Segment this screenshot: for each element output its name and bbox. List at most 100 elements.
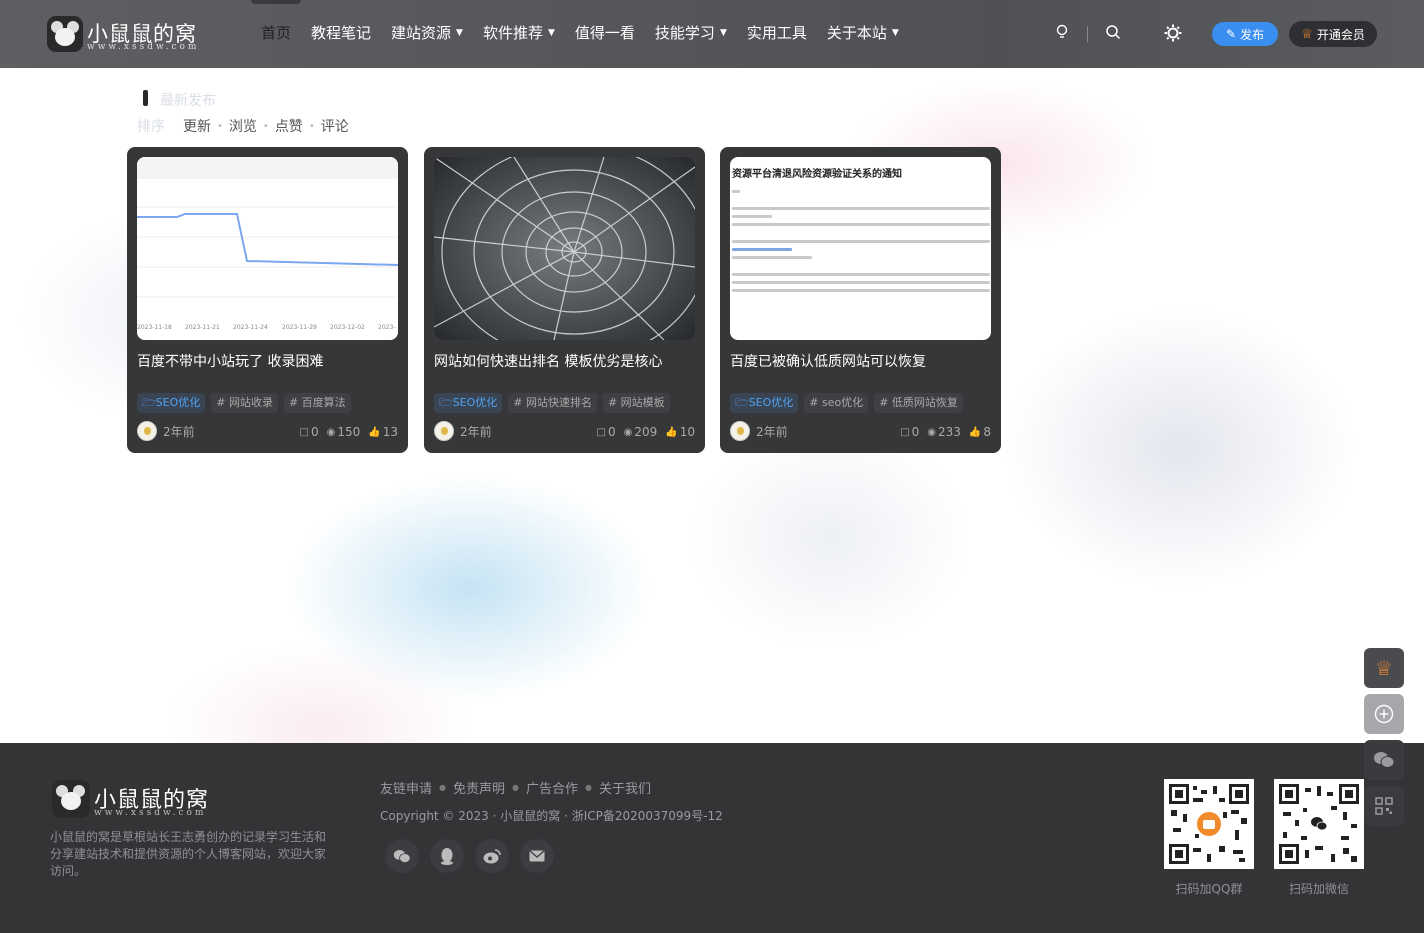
top-header: 小鼠鼠的窝 www.xssdw.com 首页 教程笔记 建站资源 ▼ 软件推荐 ▼ … [0,0,1424,68]
wechat-qrcode-label: 扫码加微信 [1288,882,1349,896]
main-content: 最新发布 排序 更新 • 浏览 • 点赞 • 评论 2023-11-18 202… [0,68,1424,743]
qq-group-qrcode [1164,779,1254,869]
svg-text:2023-11-29: 2023-11-29 [282,324,317,331]
copyright: Copyright © 2023 · 小鼠鼠的窝 · 浙ICP备20200370… [380,809,723,823]
mouse-logo-icon [47,16,83,52]
tag-link[interactable]: # 网站模板 [602,393,670,413]
wechat-icon[interactable] [385,839,419,873]
nav-item-site-resources[interactable]: 建站资源 ▼ [391,22,463,43]
sort-label: 排序 [137,119,165,135]
post-meta: 2年前 □ 0 ◉ 209 👍 10 [434,421,695,441]
email-icon[interactable] [520,839,554,873]
sort-option-views[interactable]: 浏览 [229,116,257,136]
nav-item-tutorials[interactable]: 教程笔记 [311,22,371,43]
site-logo[interactable]: 小鼠鼠的窝 www.xssdw.com [47,16,197,52]
sort-bar: 排序 更新 • 浏览 • 点赞 • 评论 [137,116,349,136]
tag-link[interactable]: # 低质网站恢复 [874,393,963,413]
folder-icon: 🗁 [142,396,156,409]
post-time: 2年前 [460,425,492,439]
post-card[interactable]: 2023-11-18 2023-11-21 2023-11-24 2023-11… [127,147,408,453]
nav-item-about[interactable]: 关于本站 ▼ [827,22,899,43]
publish-button[interactable]: ✎ 发布 [1212,22,1278,46]
theme-toggle-icon[interactable] [1163,24,1183,44]
lightbulb-icon[interactable] [1052,24,1072,44]
thumbs-up-icon: 👍 [968,426,982,438]
post-time: 2年前 [756,425,788,439]
post-time: 2年前 [163,425,195,439]
nav-item-worth-seeing[interactable]: 值得一看 [575,22,635,43]
wechat-icon [1374,752,1395,768]
post-tags: 🗁SEO优化 # 网站收录 # 百度算法 [137,393,351,413]
qrcode-icon [1375,797,1393,815]
category-tag[interactable]: 🗁SEO优化 [137,393,206,413]
post-thumbnail[interactable]: 资源平台清退风险资源验证关系的通知 [730,157,991,340]
post-thumbnail[interactable]: 2023-11-18 2023-11-21 2023-11-24 2023-11… [137,157,398,340]
svg-text:2023-11-21: 2023-11-21 [185,324,220,331]
main-nav: 首页 教程笔记 建站资源 ▼ 软件推荐 ▼ 值得一看 技能学习 ▼ 实用工具 关于本站… [250,0,919,43]
sort-option-likes[interactable]: 点赞 [275,116,303,136]
footer-logo[interactable]: 小鼠鼠的窝 www.xssdw.com [52,780,212,818]
footer-links: 友链申请 ● 免责声明 ● 广告合作 ● 关于我们 [380,778,651,797]
footer-description: 小鼠鼠的窝是草根站长王志勇创办的记录学习生活和分享建站技术和提供资源的个人博客网… [50,830,327,878]
chevron-down-icon: ▼ [547,27,555,38]
comment-icon: □ [596,426,606,438]
footer-link-about[interactable]: 关于我们 [599,778,651,797]
add-float-button[interactable] [1364,694,1404,734]
plus-circle-icon [1374,704,1394,724]
footer-link-friend[interactable]: 友链申请 [380,778,432,797]
sort-option-updated[interactable]: 更新 [183,116,211,136]
vip-float-button[interactable]: ♕ [1364,648,1404,688]
post-meta: 2年前 □ 0 ◉ 150 👍 13 [137,421,398,441]
social-links [385,839,554,873]
nav-item-skills[interactable]: 技能学习 ▼ [655,22,727,43]
svg-text:2023-11-24: 2023-11-24 [233,324,268,331]
nav-item-tools[interactable]: 实用工具 [747,22,807,43]
weibo-icon[interactable] [475,839,509,873]
post-title[interactable]: 网站如何快速出排名 模板优劣是核心 [434,351,662,371]
post-card[interactable]: 网站如何快速出排名 模板优劣是核心 🗁SEO优化 # 网站快速排名 # 网站模板… [424,147,705,453]
qrcode-float-button[interactable] [1364,786,1404,826]
comment-icon: □ [299,426,309,438]
qq-qrcode-label: 扫码加QQ群 [1175,882,1243,896]
svg-text:2023-12-02: 2023-12-02 [330,324,365,331]
thumbs-up-icon: 👍 [368,426,381,438]
chevron-down-icon: ▼ [891,27,899,38]
doc-heading: 资源平台清退风险资源验证关系的通知 [732,169,902,180]
crown-icon: ♕ [1375,656,1393,680]
category-tag[interactable]: 🗁SEO优化 [730,393,799,413]
nav-item-home[interactable]: 首页 [250,0,302,43]
vip-button[interactable]: ♕ 开通会员 [1289,21,1377,47]
post-meta: 2年前 □ 0 ◉ 233 👍 8 [730,421,991,441]
avatar[interactable] [730,421,750,441]
section-marker [143,90,148,106]
wechat-float-button[interactable] [1364,740,1404,780]
post-tags: 🗁SEO优化 # 网站快速排名 # 网站模板 [434,393,670,413]
tag-link[interactable]: # 百度算法 [283,393,351,413]
tag-link[interactable]: # 网站收录 [211,393,278,413]
avatar[interactable] [434,421,454,441]
logo-subtitle: www.xssdw.com [87,42,200,52]
post-tags: 🗁SEO优化 # seo优化 # 低质网站恢复 [730,393,963,413]
qq-icon[interactable] [430,839,464,873]
footer: 小鼠鼠的窝 www.xssdw.com 小鼠鼠的窝是草根站长王志勇创办的记录学习… [0,743,1424,933]
category-tag[interactable]: 🗁SEO优化 [434,393,503,413]
post-title[interactable]: 百度已被确认低质网站可以恢复 [730,351,926,371]
pencil-icon: ✎ [1225,27,1237,41]
folder-icon: 🗁 [735,396,749,409]
nav-item-software[interactable]: 软件推荐 ▼ [483,22,555,43]
tag-link[interactable]: # seo优化 [804,393,869,413]
sort-option-comments[interactable]: 评论 [321,116,349,136]
comment-icon: □ [900,426,910,438]
thumbs-up-icon: 👍 [665,426,678,438]
footer-link-ads[interactable]: 广告合作 [526,778,578,797]
post-title[interactable]: 百度不带中小站玩了 收录困难 [137,351,323,371]
footer-link-disclaimer[interactable]: 免责声明 [453,778,505,797]
post-card[interactable]: 资源平台清退风险资源验证关系的通知 百度已被确认低质网站可以恢复 🗁SEO优化 … [720,147,1001,453]
chevron-down-icon: ▼ [456,27,463,38]
tag-link[interactable]: # 网站快速排名 [508,393,597,413]
search-icon[interactable] [1103,24,1123,44]
mouse-logo-icon [52,780,90,818]
crown-icon: ♕ [1301,26,1313,42]
post-thumbnail[interactable] [434,157,695,340]
avatar[interactable] [137,421,157,441]
